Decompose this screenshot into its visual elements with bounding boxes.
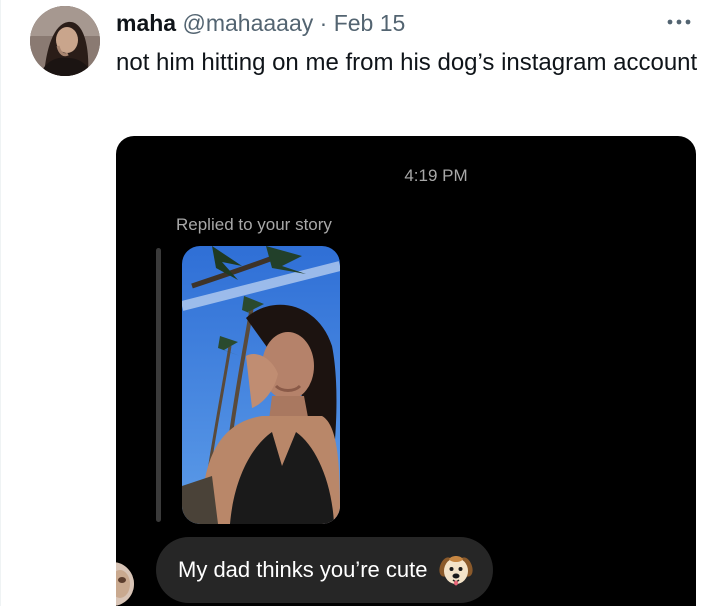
sender-avatar[interactable] — [116, 562, 134, 606]
tweet-header: maha @mahaaaay · Feb 15 — [116, 8, 405, 38]
timeline-border — [0, 0, 1, 606]
handle[interactable]: @mahaaaay — [182, 10, 313, 36]
post-date[interactable]: Feb 15 — [334, 10, 406, 36]
reply-indicator-bar — [156, 248, 161, 522]
display-name[interactable]: maha — [116, 10, 176, 36]
dm-timestamp: 4:19 PM — [404, 166, 468, 185]
message-bubble[interactable]: My dad thinks you’re cute — [156, 537, 494, 603]
tweet: maha @mahaaaay · Feb 15 not him hitting … — [0, 0, 724, 606]
meta-separator: · — [319, 10, 328, 36]
more-horizontal-icon[interactable] — [664, 10, 694, 34]
dog-face-icon — [439, 553, 474, 587]
tweet-media-image[interactable]: 4:19 PM Replied to your story My dad thi… — [116, 136, 696, 606]
replied-to-story-label: Replied to your story — [176, 215, 332, 234]
tweet-text: not him hitting on me from his dog’s ins… — [116, 49, 698, 76]
avatar[interactable] — [30, 6, 100, 76]
message-text: My dad thinks you’re cute — [178, 557, 428, 582]
story-thumbnail[interactable] — [182, 246, 340, 524]
